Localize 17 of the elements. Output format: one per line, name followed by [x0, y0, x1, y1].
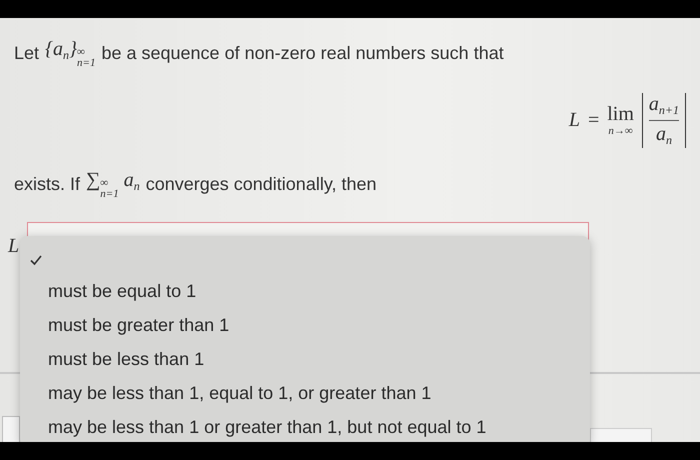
dropdown-option[interactable]: may be less than 1 or greater than 1, but not equal to 1	[20, 410, 590, 442]
equals-sign: =	[588, 108, 600, 132]
limit-subscript: n→∞	[608, 126, 633, 137]
condition-text: converges conditionally, then	[146, 174, 377, 195]
ratio-fraction: a$_{n+1}$ a$_{n}$	[642, 92, 686, 148]
intro-text: be a sequence of non-zero real numbers such that	[101, 43, 504, 64]
dropdown-option[interactable]: must be greater than 1	[20, 308, 590, 342]
input-field[interactable]	[2, 416, 20, 442]
limit-variable: L	[568, 108, 580, 132]
intro-text: Let	[14, 43, 40, 64]
condition-text: exists. If	[14, 174, 80, 195]
dropdown-option[interactable]: must be less than 1	[20, 342, 590, 376]
answer-label: L	[8, 234, 20, 258]
limit-operator: lim	[607, 103, 634, 126]
checkmark-icon	[30, 254, 42, 266]
dropdown-option[interactable]: must be equal to 1	[20, 274, 590, 308]
dropdown-option[interactable]: may be less than 1, equal to 1, or greater than 1	[20, 376, 590, 410]
